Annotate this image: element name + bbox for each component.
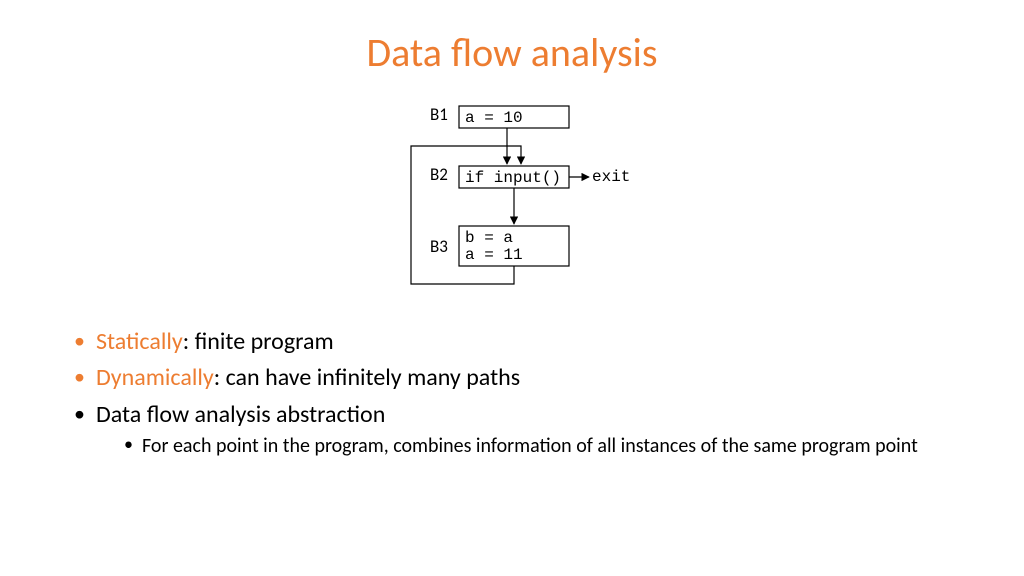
bullet-statically: Statically: finite program — [70, 326, 954, 358]
b3-code-2: a = 11 — [465, 246, 523, 264]
bullet-rest: : finite program — [183, 327, 334, 356]
bullet-accent: Statically — [96, 327, 183, 356]
b1-label: B1 — [430, 104, 448, 125]
b3-code-1: b = a — [465, 229, 513, 247]
b2-code: if input() — [465, 169, 561, 187]
exit-label: exit — [592, 168, 630, 186]
b3-label: B3 — [430, 236, 448, 257]
bullet-accent: Dynamically — [96, 363, 214, 392]
b2-label: B2 — [430, 164, 448, 185]
bullet-text: Data flow analysis abstraction — [96, 400, 385, 429]
bullet-dynamically: Dynamically: can have infinitely many pa… — [70, 362, 954, 394]
b1-code: a = 10 — [465, 109, 523, 127]
bullet-content: Statically: finite program Dynamically: … — [70, 326, 954, 463]
cfg-svg: .mono { font-family: "Courier New", mono… — [367, 96, 657, 316]
bullet-rest: : can have infinitely many paths — [214, 363, 520, 392]
bullet-list: Statically: finite program Dynamically: … — [70, 326, 954, 459]
sub-bullet-point: For each point in the program, combines … — [122, 433, 954, 459]
bullet-abstraction: Data flow analysis abstraction For each … — [70, 399, 954, 459]
control-flow-diagram: .mono { font-family: "Courier New", mono… — [0, 96, 1024, 316]
slide: Data flow analysis .mono { font-family: … — [0, 0, 1024, 576]
sub-bullet-list: For each point in the program, combines … — [96, 433, 954, 459]
slide-title: Data flow analysis — [0, 28, 1024, 77]
